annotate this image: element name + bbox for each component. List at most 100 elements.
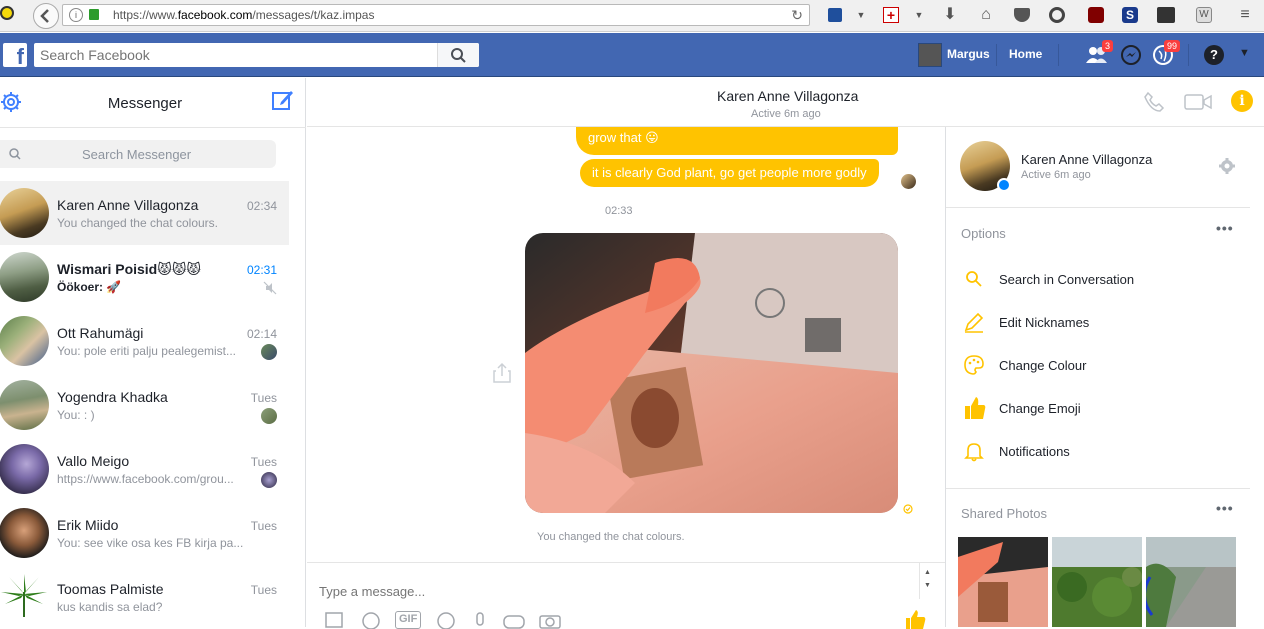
download-icon[interactable]: ⬇ (941, 6, 959, 24)
shared-photo-thumbnail[interactable] (958, 537, 1048, 627)
message-thread: grow that 😛 it is clearly God plant, go … (307, 127, 945, 562)
option-change-colour[interactable]: Change Colour (963, 354, 1253, 378)
camera-icon[interactable] (538, 611, 562, 629)
friend-requests-button[interactable]: 3 (1085, 40, 1114, 68)
conversation-time: 02:31 (246, 263, 277, 277)
notifications-button[interactable]: 99 (1153, 40, 1181, 65)
scroll-down-icon[interactable]: ▼ (920, 582, 935, 589)
messenger-header: Messenger (0, 78, 306, 128)
new-message-compose-icon[interactable] (271, 88, 295, 112)
facebook-search-button[interactable] (437, 43, 479, 67)
message-composer: ▲ ▼ GIF (307, 562, 945, 629)
details-contact-name[interactable]: Karen Anne Villagonza (1021, 152, 1152, 167)
account-menu-chevron-icon[interactable]: ▼ (1239, 47, 1250, 59)
video-call-icon[interactable] (1184, 93, 1212, 111)
contact-name[interactable]: Karen Anne Villagonza (717, 88, 858, 104)
back-button[interactable] (33, 3, 59, 29)
option-label: Search in Conversation (999, 272, 1135, 287)
url-domain: facebook.com (177, 8, 253, 22)
message-bubble[interactable]: grow that 😛 (576, 127, 898, 155)
search-messenger-placeholder: Search Messenger (82, 147, 192, 162)
messenger-button[interactable] (1121, 45, 1141, 65)
extension-icon[interactable] (1048, 6, 1066, 24)
thumbs-up-send-icon[interactable] (903, 609, 927, 629)
message-input[interactable] (319, 581, 919, 601)
first-aid-icon[interactable]: + (882, 6, 900, 24)
conversation-time: 02:14 (246, 327, 277, 341)
profile-avatar[interactable] (918, 43, 942, 67)
facebook-search-input[interactable] (34, 43, 479, 67)
photo-attach-icon[interactable] (323, 611, 345, 629)
notifications-badge: 99 (1164, 40, 1181, 52)
game-controller-icon[interactable] (502, 611, 526, 629)
messenger-icon (1126, 52, 1136, 57)
conversation-name: Karen Anne Villagonza (57, 197, 199, 213)
composer-scrollbar[interactable]: ▲ ▼ (919, 563, 935, 599)
phone-call-icon[interactable] (1143, 91, 1165, 113)
read-receipt-avatar (261, 408, 277, 424)
conversation-item[interactable]: Erik Miido You: see vike osa kes FB kirj… (0, 501, 289, 565)
skype-icon[interactable]: S (1121, 6, 1139, 24)
option-search-in-conversation[interactable]: Search in Conversation (963, 268, 1253, 292)
conversation-item[interactable]: Ott Rahumägi You: pole eriti palju peale… (0, 309, 289, 373)
facebook-logo[interactable]: f (3, 43, 27, 67)
search-messenger-input[interactable]: Search Messenger (0, 140, 276, 168)
youtube-icon[interactable] (1157, 6, 1175, 24)
option-change-emoji[interactable]: Change Emoji (963, 395, 1253, 419)
dropdown-icon[interactable]: ▼ (910, 6, 928, 24)
settings-gear-icon[interactable] (1218, 157, 1236, 175)
pencil-icon (964, 312, 984, 333)
help-icon[interactable]: ? (1204, 45, 1224, 65)
reload-icon[interactable]: ↻ (791, 7, 803, 24)
option-label: Change Colour (999, 358, 1087, 373)
address-bar[interactable]: i https://www.facebook.com/messages/t/ka… (62, 4, 810, 26)
emoji-icon[interactable] (435, 611, 457, 629)
conversation-time: Tues (250, 583, 277, 597)
save-page-icon[interactable] (826, 6, 844, 24)
hamburger-menu-icon[interactable]: ≡ (1236, 6, 1254, 24)
details-active-status: Active 6m ago (1021, 169, 1091, 181)
pocket-icon[interactable] (1013, 6, 1031, 24)
browser-menu-icon[interactable] (0, 6, 14, 20)
photo-message[interactable] (525, 233, 898, 513)
url-prefix: https://www. (113, 8, 178, 22)
ublock-icon[interactable] (1087, 6, 1105, 24)
sent-check-icon (903, 504, 913, 514)
shared-photo-thumbnail[interactable] (1052, 537, 1142, 627)
scroll-up-icon[interactable]: ▲ (920, 569, 935, 576)
home-link[interactable]: Home (1009, 47, 1042, 61)
conversation-item[interactable]: Karen Anne Villagonza You changed the ch… (0, 181, 289, 245)
conversation-item[interactable]: Vallo Meigo https://www.facebook.com/gro… (0, 437, 289, 501)
time-stamp: 02:33 (605, 205, 633, 217)
divider (946, 488, 1250, 489)
conversation-item[interactable]: Wismari Poisid😾😾😾 Öökoer: 🚀 02:31 (0, 245, 289, 309)
thumbs-up-icon (965, 397, 986, 419)
divider (1188, 44, 1189, 66)
info-icon[interactable]: i (69, 8, 83, 22)
extension-w-icon[interactable]: W (1195, 6, 1213, 24)
microphone-icon[interactable] (470, 611, 490, 629)
dropdown-icon[interactable]: ▼ (852, 6, 870, 24)
sticker-icon[interactable] (360, 611, 382, 629)
chat-colour-change-notice: You changed the chat colours. (537, 531, 685, 543)
divider (1058, 44, 1059, 66)
conversation-snippet: You changed the chat colours. (57, 216, 219, 230)
option-notifications[interactable]: Notifications (963, 440, 1253, 464)
info-icon[interactable]: i (1231, 90, 1253, 112)
profile-name-link[interactable]: Margus (947, 47, 990, 61)
search-icon (9, 148, 21, 160)
message-bubble[interactable]: it is clearly God plant, go get people m… (580, 159, 879, 187)
passport-photo-image (525, 233, 898, 513)
home-icon[interactable]: ⌂ (977, 6, 995, 24)
conversation-item[interactable]: Toomas Palmiste kus kandis sa elad? Tues (0, 565, 289, 629)
option-edit-nicknames[interactable]: Edit Nicknames (963, 311, 1253, 335)
palette-icon (964, 355, 984, 375)
conversation-time: Tues (250, 391, 277, 405)
search-icon (451, 48, 466, 63)
shared-photo-thumbnail[interactable] (1146, 537, 1236, 627)
conversation-item[interactable]: Yogendra Khadka You: : ) Tues (0, 373, 289, 437)
gif-button[interactable]: GIF (395, 611, 422, 629)
share-icon[interactable] (492, 362, 512, 384)
shared-photos-more-icon[interactable]: ••• (1216, 500, 1234, 516)
options-more-icon[interactable]: ••• (1216, 220, 1234, 236)
